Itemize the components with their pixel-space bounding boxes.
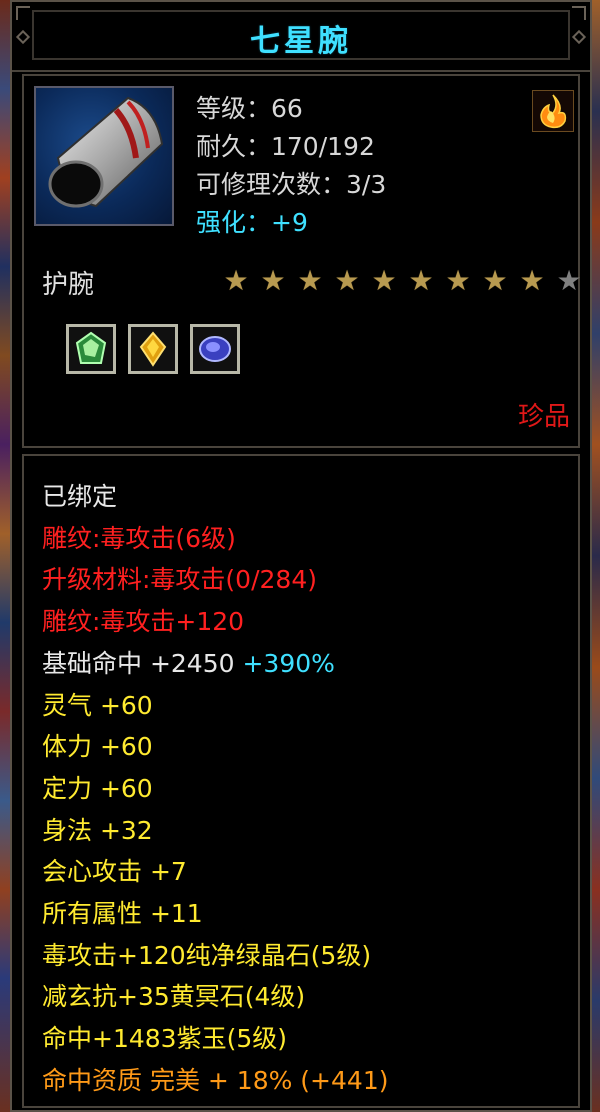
stat-focus: 定力 +60 xyxy=(42,773,153,803)
item-level: 等级：66 xyxy=(196,94,303,123)
bracer-icon xyxy=(34,86,174,226)
item-repair-count: 可修理次数：3/3 xyxy=(196,170,387,199)
base-hit-value: 基础命中 +2450 xyxy=(42,648,235,678)
stat-all-attributes: 所有属性 +11 xyxy=(42,899,203,929)
item-name: 七星腕 xyxy=(250,24,352,59)
purple-jade-gem-icon[interactable] xyxy=(190,324,240,374)
item-stats: 等级：66 耐久：170/192 可修理次数：3/3 强化：+9 xyxy=(196,90,386,242)
star-filled-icon: ★ xyxy=(408,264,434,297)
item-type: 护腕 xyxy=(42,270,95,300)
engraving-bonus: 雕纹:毒攻击+120 xyxy=(42,607,245,637)
gem-bonus-3: 命中+1483紫玉(5级) xyxy=(42,1024,287,1054)
star-filled-icon: ★ xyxy=(334,264,360,297)
yellow-gem-icon[interactable] xyxy=(128,324,178,374)
gem-bonus-1: 毒攻击+120纯净绿晶石(5级) xyxy=(42,940,372,970)
item-enhance-level: 强化：+9 xyxy=(196,208,308,237)
item-tooltip: 七星腕 等级：66 耐久：170/192 可修理次数：3/3 强化：+9 护腕 … xyxy=(10,0,592,1112)
star-filled-icon: ★ xyxy=(482,264,508,297)
engraving: 雕纹:毒攻击(6级) xyxy=(42,523,236,553)
item-summary-panel: 等级：66 耐久：170/192 可修理次数：3/3 强化：+9 护腕 ★ ★ ★ ★… xyxy=(22,74,582,448)
star-rating: ★ ★ ★ ★ ★ ★ ★ ★ ★ ★ xyxy=(220,266,585,296)
hit-quality: 命中资质 完美 + 18% (+441) xyxy=(42,1065,389,1095)
bound-status: 已绑定 xyxy=(42,482,118,511)
star-filled-icon: ★ xyxy=(445,264,471,297)
title-bar: 七星腕 xyxy=(12,2,590,72)
stat-agility: 身法 +32 xyxy=(42,815,153,845)
base-hit: 基础命中 +2450 +390% xyxy=(42,643,388,685)
stat-crit: 会心攻击 +7 xyxy=(42,857,187,887)
background-artwork-right xyxy=(592,0,600,1112)
item-attributes-panel: 已绑定 雕纹:毒攻击(6级) 升级材料:毒攻击(0/284) 雕纹:毒攻击+12… xyxy=(22,454,580,1108)
star-filled-icon: ★ xyxy=(260,264,286,297)
background-artwork-left xyxy=(0,0,10,1112)
star-filled-icon: ★ xyxy=(297,264,323,297)
gem-bonus-2: 减玄抗+35黄冥石(4级) xyxy=(42,982,306,1012)
base-hit-percent: +390% xyxy=(242,648,335,678)
stat-spirit: 灵气 +60 xyxy=(42,690,153,720)
upgrade-material: 升级材料:毒攻击(0/284) xyxy=(42,565,317,595)
item-durability: 耐久：170/192 xyxy=(196,132,375,161)
star-filled-icon: ★ xyxy=(223,264,249,297)
green-crystal-gem-icon[interactable] xyxy=(66,324,116,374)
fire-icon xyxy=(532,90,574,132)
item-rarity: 珍品 xyxy=(517,402,570,432)
star-empty-icon: ★ xyxy=(556,264,582,297)
stat-stamina: 体力 +60 xyxy=(42,732,153,762)
gem-sockets xyxy=(66,324,240,374)
star-filled-icon: ★ xyxy=(519,264,545,297)
star-filled-icon: ★ xyxy=(371,264,397,297)
